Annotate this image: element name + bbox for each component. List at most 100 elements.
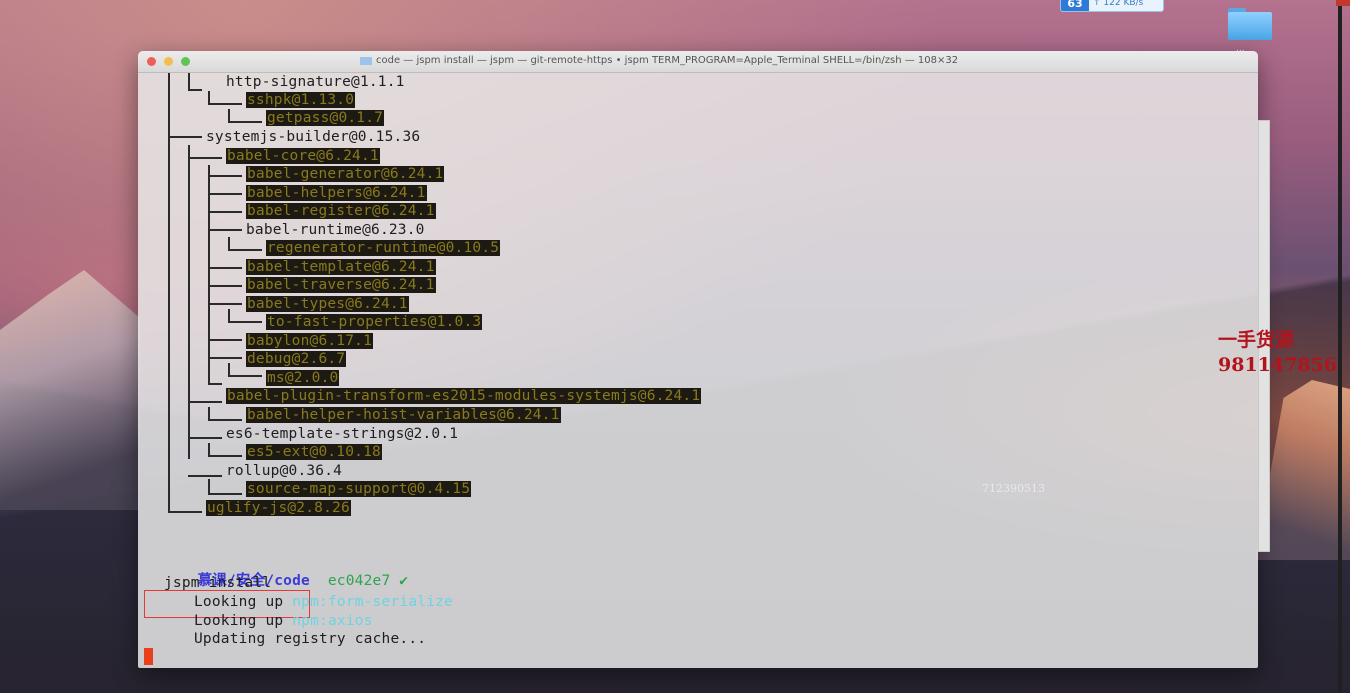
dependency-line: source-map-support@0.4.15 [246,480,472,498]
dependency-line: babel-core@6.24.1 [226,147,380,165]
output-line: Updating registry cache... [194,631,427,647]
zoom-window-button[interactable] [181,57,190,66]
tree-branch [208,103,242,105]
dependency-highlight: babel-register@6.24.1 [246,203,436,219]
tree-branch [228,321,262,323]
tree-branch [208,175,242,177]
dependency-highlight: es5-ext@0.10.18 [246,444,382,460]
folder-icon [360,57,372,65]
dependency-highlight: babel-core@6.24.1 [226,148,380,164]
network-badge: 63 [1061,0,1089,11]
tree-branch [208,229,242,231]
dependency-highlight: sshpk@1.13.0 [246,92,356,108]
dependency-line: systemjs-builder@0.15.36 [206,129,421,145]
dependency-line: uglify-js@2.8.26 [206,499,351,517]
tree-line [188,145,190,459]
dependency-line: es6-template-strings@2.0.1 [226,426,459,442]
tree-branch [168,136,202,138]
dependency-line: babel-runtime@6.23.0 [246,222,425,238]
watermark-line2: 981147856 [1218,354,1337,376]
close-window-button[interactable] [147,57,156,66]
tree-branch [208,211,242,213]
terminal-content[interactable]: http-signature@1.1.1 sshpk@1.13.0 getpas… [138,73,1258,668]
tree-branch [208,303,242,305]
output-package: npm:form-serialize [292,594,453,610]
dependency-line: debug@2.6.7 [246,350,347,368]
tree-line [188,73,190,89]
watermark-text: 一手货源 981147856 [1218,328,1337,378]
screen-corner-mark [1336,0,1350,6]
dependency-highlight: debug@2.6.7 [246,351,347,367]
tree-branch [208,357,242,359]
dependency-highlight: source-map-support@0.4.15 [246,481,472,497]
dependency-line: babylon@6.17.1 [246,332,374,350]
dependency-line: sshpk@1.13.0 [246,91,356,109]
output-line: Looking up npm:axios [194,612,373,630]
dependency-line: babel-helpers@6.24.1 [246,184,427,202]
tree-branch [208,493,242,495]
dependency-line: babel-traverse@6.24.1 [246,276,436,294]
tree-branch [208,193,242,195]
prompt-git-status: ec042e7 ✔ [327,573,409,589]
dependency-highlight: uglify-js@2.8.26 [206,500,351,516]
dependency-line: babel-register@6.24.1 [246,202,436,220]
tree-branch [188,157,222,159]
dependency-highlight: babel-helpers@6.24.1 [246,185,427,201]
window-title: code — jspm install — jspm — git-remote-… [376,55,959,66]
network-speed-widget[interactable]: 63 ↑ 122 KB/s [1060,0,1164,12]
tree-line [168,73,170,511]
dependency-highlight: getpass@0.1.7 [266,110,385,126]
tree-branch [168,511,202,513]
screen-edge-bar [1338,0,1342,693]
dependency-highlight: babel-types@6.24.1 [246,296,409,312]
minimize-window-button[interactable] [164,57,173,66]
tree-line [208,407,210,419]
dependency-highlight: babel-template@6.24.1 [246,259,436,275]
dependency-line: regenerator-runtime@0.10.5 [266,239,501,257]
dependency-line: to-fast-properties@1.0.3 [266,313,483,331]
dependency-line: babel-types@6.24.1 [246,295,409,313]
tree-branch [188,401,222,403]
tree-line [228,237,230,249]
dependency-line: babel-generator@6.24.1 [246,165,445,183]
dependency-line: babel-helper-hoist-variables@6.24.1 [246,406,561,424]
tree-branch [188,89,202,91]
tree-branch [228,375,262,377]
tree-line [208,165,210,383]
dependency-highlight: babel-traverse@6.24.1 [246,277,436,293]
output-line: Looking up npm:form-serialize [194,593,453,611]
dependency-line: getpass@0.1.7 [266,109,385,127]
tree-branch [208,339,242,341]
dependency-line: babel-plugin-transform-es2015-modules-sy… [226,387,702,405]
tree-line [228,363,230,375]
dependency-line: ms@2.0.0 [266,369,340,387]
dependency-line: rollup@0.36.4 [226,463,343,479]
tree-branch [208,267,242,269]
terminal-window[interactable]: code — jspm install — jspm — git-remote-… [138,51,1258,668]
network-speed-text: ↑ 122 KB/s [1093,0,1144,8]
watermark-code: 712390513 [982,482,1045,495]
tree-line [228,309,230,321]
output-prefix: Looking up [194,594,284,610]
tree-branch [208,285,242,287]
dependency-highlight: babylon@6.17.1 [246,333,374,349]
tree-branch [208,455,242,457]
tree-line [228,109,230,121]
terminal-cursor [144,648,153,665]
tree-branch [188,475,222,477]
tree-branch [208,419,242,421]
tree-branch [208,383,222,385]
dependency-highlight: babel-helper-hoist-variables@6.24.1 [246,407,561,423]
tree-branch [228,121,262,123]
dependency-highlight: regenerator-runtime@0.10.5 [266,240,501,256]
terminal-titlebar[interactable]: code — jspm install — jspm — git-remote-… [138,51,1258,73]
dependency-highlight: to-fast-properties@1.0.3 [266,314,483,330]
watermark-line1: 一手货源 [1218,329,1295,351]
desktop-folder-icon[interactable] [1226,4,1274,42]
dependency-highlight: babel-generator@6.24.1 [246,166,445,182]
output-prefix: Looking up [194,613,284,629]
dependency-highlight: babel-plugin-transform-es2015-modules-sy… [226,388,702,404]
tree-line [208,443,210,455]
tree-line [208,91,210,103]
dependency-line: es5-ext@0.10.18 [246,443,382,461]
